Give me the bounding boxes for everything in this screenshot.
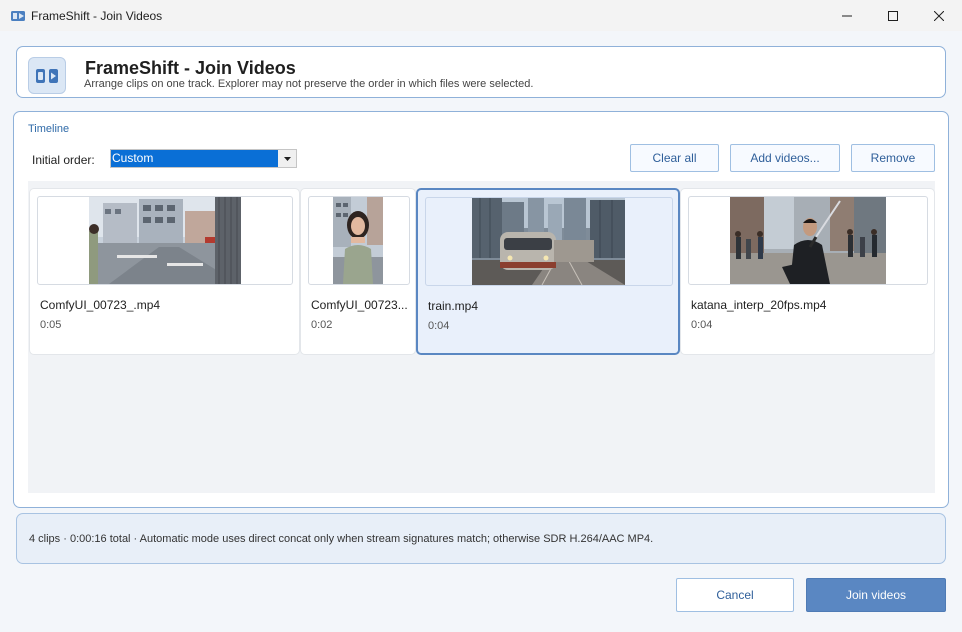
page-title: FrameShift - Join Videos <box>85 58 296 78</box>
remove-button[interactable]: Remove <box>851 144 935 172</box>
clip-thumbnail <box>333 197 383 284</box>
thumbnail-frame <box>688 196 928 285</box>
status-panel: 4 clips · 0:00:16 total · Automatic mode… <box>16 513 946 564</box>
initial-order-label: Initial order: <box>32 153 95 167</box>
clip-name: katana_interp_20fps.mp4 <box>691 298 827 312</box>
maximize-icon <box>888 10 898 21</box>
clip-card[interactable]: katana_interp_20fps.mp4 0:04 <box>680 188 935 355</box>
status-text: 4 clips · 0:00:16 total · Automatic mode… <box>29 533 654 545</box>
close-button[interactable] <box>916 0 962 31</box>
clip-thumbnail <box>730 197 886 284</box>
timeline-track[interactable]: ComfyUI_00723_.mp4 0:05 ComfyUI_00723...… <box>28 181 935 493</box>
page-subtitle: Arrange clips on one track. Explorer may… <box>84 78 534 90</box>
thumbnail-frame <box>308 196 410 285</box>
thumbnail-frame <box>37 196 293 285</box>
clip-duration: 0:02 <box>311 319 333 331</box>
clip-card[interactable]: ComfyUI_00723_.mp4 0:05 <box>29 188 300 355</box>
join-videos-icon <box>36 68 58 83</box>
clip-name: ComfyUI_00723_.mp4 <box>40 298 161 312</box>
clip-duration: 0:04 <box>691 319 713 331</box>
clear-all-button[interactable]: Clear all <box>630 144 719 172</box>
minimize-button[interactable] <box>824 0 870 31</box>
maximize-button[interactable] <box>870 0 916 31</box>
chevron-down-icon <box>283 156 291 161</box>
clip-thumbnail <box>89 197 241 284</box>
clip-card[interactable]: ComfyUI_00723... 0:02 <box>300 188 416 355</box>
dropdown-arrow-button[interactable] <box>278 150 296 167</box>
clip-duration: 0:05 <box>40 319 62 331</box>
window-title: FrameShift - Join Videos <box>31 8 163 23</box>
thumbnail-frame <box>425 197 673 286</box>
minimize-icon <box>842 15 852 16</box>
clip-name: train.mp4 <box>428 299 479 313</box>
add-videos-button[interactable]: Add videos... <box>730 144 840 172</box>
title-bar: FrameShift - Join Videos <box>0 0 962 31</box>
app-icon <box>11 10 25 21</box>
join-videos-button[interactable]: Join videos <box>806 578 946 612</box>
header-panel: FrameShift - Join Videos Arrange clips o… <box>16 46 946 98</box>
timeline-label: Timeline <box>28 123 70 135</box>
clip-name: ComfyUI_00723... <box>311 298 408 312</box>
initial-order-value: Custom <box>111 150 278 167</box>
clip-duration: 0:04 <box>428 320 450 332</box>
clip-thumbnail <box>472 198 625 285</box>
header-icon-box <box>28 57 66 94</box>
initial-order-select[interactable]: Custom <box>110 149 297 168</box>
timeline-panel: Timeline Initial order: Custom Clear all… <box>13 111 949 508</box>
cancel-button[interactable]: Cancel <box>676 578 794 612</box>
close-icon <box>934 10 944 21</box>
clip-card-selected[interactable]: train.mp4 0:04 <box>416 188 680 355</box>
